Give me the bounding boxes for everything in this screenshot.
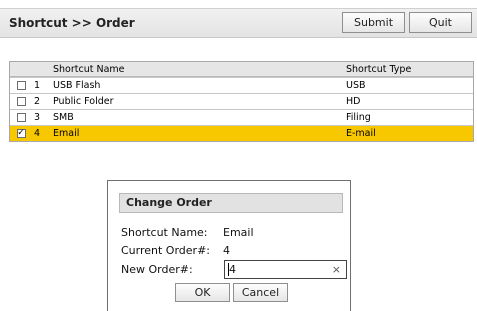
dialog-title: Change Order [126,196,212,209]
quit-button[interactable]: Quit [409,12,472,33]
table-row[interactable]: 2 Public Folder HD [10,93,473,109]
row-index: 1 [33,80,41,91]
row-shortcut-type: HD [346,96,361,107]
checkbox-box[interactable] [16,81,26,90]
current-order-label: Current Order#: [121,244,210,257]
new-order-input[interactable]: 4 × [224,260,347,279]
page-title: Shortcut >> Order [9,16,135,30]
row-checkbox[interactable] [14,110,28,125]
change-order-dialog: Change Order Shortcut Name: Email Curren… [107,180,351,311]
checkbox-box[interactable] [16,113,26,122]
row-index: 3 [33,112,41,123]
ok-button[interactable]: OK [175,283,230,302]
clear-icon[interactable]: × [332,263,341,276]
submit-button[interactable]: Submit [342,12,405,33]
row-shortcut-type: Filing [346,112,371,123]
header-bar: Shortcut >> Order Submit Quit [0,8,477,38]
row-shortcut-name: SMB [53,112,74,123]
column-header-shortcut-type: Shortcut Type [346,63,412,75]
cancel-button[interactable]: Cancel [233,283,288,302]
table-row[interactable]: 1 USB Flash USB [10,77,473,93]
table-header-row: Shortcut Name Shortcut Type [10,62,473,77]
row-checkbox[interactable]: ✓ [14,126,28,141]
new-order-label: New Order#: [121,263,193,276]
row-index: 2 [33,96,41,107]
shortcut-name-value: Email [223,226,254,239]
row-index: 4 [33,128,41,139]
row-shortcut-name: Email [53,128,80,139]
table-row-selected[interactable]: ✓ 4 Email E-mail [10,125,473,141]
shortcut-table: Shortcut Name Shortcut Type 1 USB Flash … [9,61,474,142]
row-shortcut-name: Public Folder [53,96,114,107]
row-shortcut-type: USB [346,80,366,91]
check-icon[interactable]: ✓ [16,129,26,138]
shortcut-name-label: Shortcut Name: [121,226,208,239]
row-checkbox[interactable] [14,94,28,109]
new-order-value[interactable]: 4 [229,263,236,276]
current-order-value: 4 [223,244,230,257]
row-shortcut-type: E-mail [346,128,376,139]
row-shortcut-name: USB Flash [53,80,101,91]
dialog-title-bar: Change Order [119,193,343,213]
column-header-shortcut-name: Shortcut Name [53,63,125,75]
row-checkbox[interactable] [14,78,28,93]
checkbox-box[interactable] [16,97,26,106]
table-row[interactable]: 3 SMB Filing [10,109,473,125]
